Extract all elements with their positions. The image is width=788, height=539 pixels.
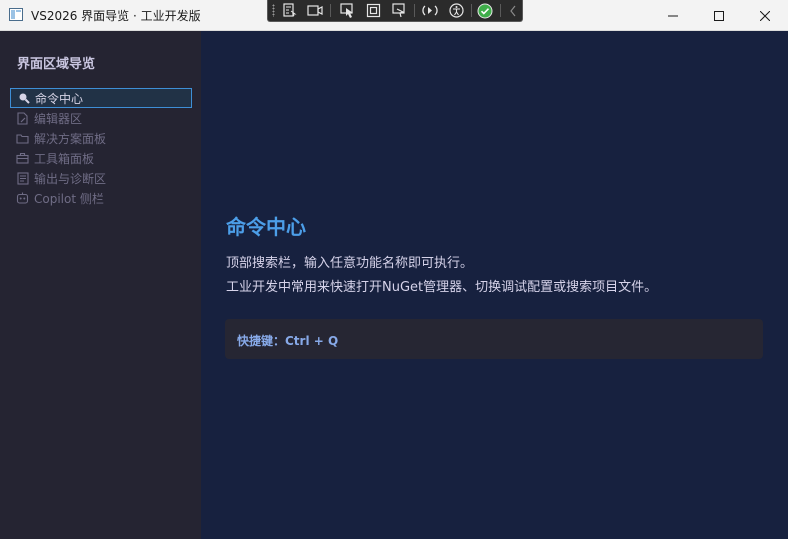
binding-check-icon[interactable] xyxy=(476,2,494,19)
select-element-icon[interactable] xyxy=(338,2,356,19)
toolbar-grip-icon[interactable] xyxy=(272,4,275,17)
sidebar-item-command-center[interactable]: 命令中心 xyxy=(10,88,192,108)
folder-icon xyxy=(16,132,29,145)
track-focused-element-icon[interactable] xyxy=(390,2,408,19)
shortcut-box: 快捷键：Ctrl + Q xyxy=(225,319,763,359)
close-icon xyxy=(760,10,770,21)
sidebar-item-output-diagnostics[interactable]: 输出与诊断区 xyxy=(10,168,192,188)
xaml-debug-toolbar xyxy=(267,0,523,22)
minimize-button[interactable] xyxy=(650,0,696,31)
record-icon[interactable] xyxy=(306,2,324,19)
sidebar-item-editor[interactable]: 编辑器区 xyxy=(10,108,192,128)
document-edit-icon xyxy=(16,111,29,125)
maximize-button[interactable] xyxy=(696,0,742,31)
title-bar: VS2026 界面导览 · 工业开发版 xyxy=(0,0,788,31)
sidebar: 界面区域导览 命令中心 编辑器区 解决方案面板 工具箱面板 输出与诊断区 Cop… xyxy=(0,31,201,539)
sidebar-item-label: 解决方案面板 xyxy=(34,131,107,146)
section-description-detail: 工业开发中常用来快速打开NuGet管理器、切换调试配置或搜索项目文件。 xyxy=(226,280,658,295)
live-visual-tree-icon[interactable] xyxy=(280,2,298,19)
search-icon xyxy=(17,92,30,105)
shortcut-text: 快捷键：Ctrl + Q xyxy=(237,334,339,348)
section-title: 命令中心 xyxy=(226,215,306,239)
sidebar-item-solution-panel[interactable]: 解决方案面板 xyxy=(10,128,192,148)
window-title: VS2026 界面导览 · 工业开发版 xyxy=(31,9,201,23)
close-button[interactable] xyxy=(742,0,788,31)
sidebar-item-label: 工具箱面板 xyxy=(34,151,95,166)
minimize-icon xyxy=(668,15,678,16)
toolbox-icon xyxy=(16,152,29,165)
copilot-icon xyxy=(16,192,29,205)
maximize-icon xyxy=(714,10,724,21)
display-layout-adorners-icon[interactable] xyxy=(364,2,382,19)
sidebar-item-label: 输出与诊断区 xyxy=(34,171,107,186)
collapse-chevron-icon[interactable] xyxy=(504,2,522,19)
sidebar-item-copilot[interactable]: Copilot 侧栏 xyxy=(10,188,192,208)
section-description: 顶部搜索栏，输入任意功能名称即可执行。 xyxy=(226,256,474,271)
sidebar-nav: 命令中心 编辑器区 解决方案面板 工具箱面板 输出与诊断区 Copilot 侧栏 xyxy=(10,88,192,208)
hot-reload-icon[interactable] xyxy=(421,2,439,19)
app-icon xyxy=(9,8,23,21)
sidebar-item-label: 编辑器区 xyxy=(34,111,83,126)
sidebar-item-toolbox-panel[interactable]: 工具箱面板 xyxy=(10,148,192,168)
main-content: 命令中心 顶部搜索栏，输入任意功能名称即可执行。 工业开发中常用来快速打开NuG… xyxy=(201,31,788,539)
output-icon xyxy=(16,171,29,185)
sidebar-item-label: Copilot 侧栏 xyxy=(34,191,104,206)
sidebar-title: 界面区域导览 xyxy=(17,57,96,72)
sidebar-item-label: 命令中心 xyxy=(35,91,84,106)
accessibility-icon[interactable] xyxy=(447,2,465,19)
